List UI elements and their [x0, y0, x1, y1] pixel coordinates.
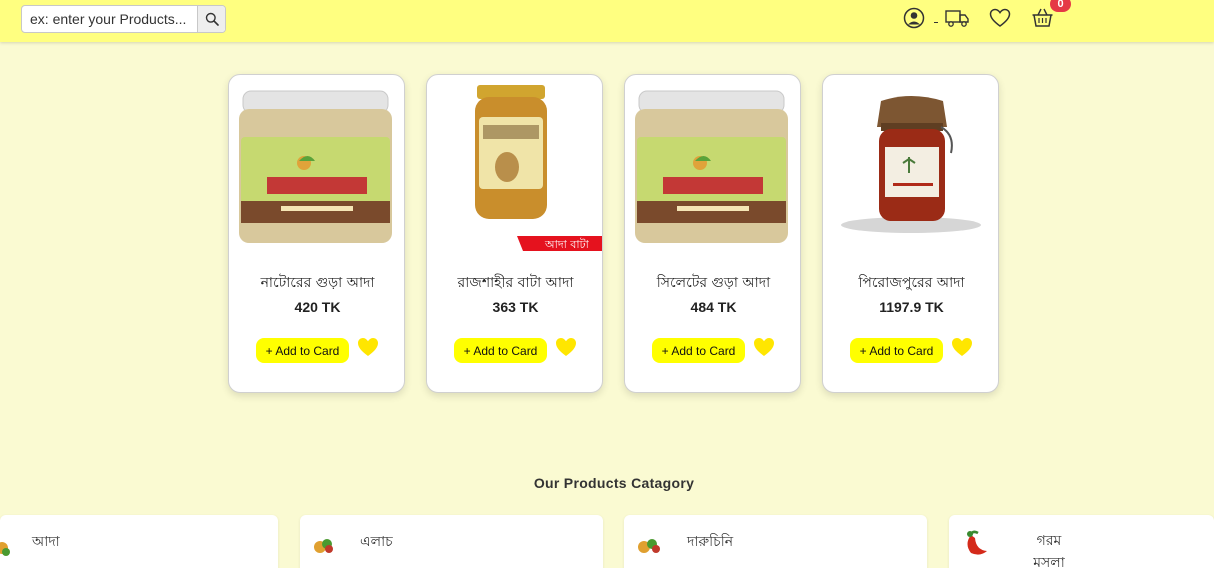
product-price: 420 TK: [294, 299, 341, 315]
wishlist-heart-icon[interactable]: [989, 7, 1011, 28]
product-image[interactable]: [823, 75, 998, 255]
product-image[interactable]: [625, 75, 800, 255]
product-card[interactable]: পিরোজপুরের আদা 1197.9 TK + Add to Card: [822, 74, 999, 393]
category-label: গরম মসলা: [1033, 533, 1065, 568]
category-label: এলাচ: [360, 534, 393, 550]
heart-icon[interactable]: [753, 336, 775, 358]
heart-icon[interactable]: [555, 336, 577, 358]
product-price: 1197.9 TK: [879, 299, 944, 315]
product-card[interactable]: আদা বাটা রাজশাহীর বাটা আদা 363 TK + Add …: [426, 74, 603, 393]
search-box: [21, 5, 226, 33]
cart-count-badge: 0: [1050, 0, 1071, 12]
product-image[interactable]: [229, 75, 404, 255]
product-image[interactable]: আদা বাটা: [427, 75, 602, 255]
add-to-card-button[interactable]: + Add to Card: [454, 338, 547, 363]
product-card[interactable]: সিলেটের গুড়া আদা 484 TK + Add to Card: [624, 74, 801, 393]
section-title: Our Products Catagory: [533, 475, 695, 491]
product-title[interactable]: পিরোজপুরের আদা: [823, 271, 998, 295]
category-card[interactable]: গরম মসলা: [949, 515, 1214, 568]
vegetables-icon: [0, 542, 10, 556]
search-button[interactable]: [197, 6, 225, 32]
vegetables-icon: [638, 539, 660, 553]
add-to-card-button[interactable]: + Add to Card: [256, 338, 349, 363]
product-card[interactable]: নাটোরের গুড়া আদা 420 TK + Add to Card: [228, 74, 405, 393]
category-label: দারুচিনি: [687, 534, 734, 550]
separator-dot: [934, 22, 938, 23]
product-price: 484 TK: [690, 299, 737, 315]
basket-icon[interactable]: [1031, 7, 1054, 29]
product-price: 363 TK: [492, 299, 539, 315]
add-to-card-button[interactable]: + Add to Card: [850, 338, 943, 363]
category-card[interactable]: আদা: [0, 515, 278, 568]
truck-icon[interactable]: [944, 8, 970, 28]
chili-pepper-icon: [967, 530, 987, 555]
product-title[interactable]: নাটোরের গুড়া আদা: [229, 271, 404, 295]
heart-icon[interactable]: [357, 336, 379, 358]
top-header: 0: [0, 0, 1214, 42]
heart-icon[interactable]: [951, 336, 973, 358]
add-to-card-button[interactable]: + Add to Card: [652, 338, 745, 363]
product-ribbon: আদা বাটা: [545, 238, 589, 251]
category-card[interactable]: এলাচ: [300, 515, 603, 568]
product-title[interactable]: রাজশাহীর বাটা আদা: [427, 271, 602, 295]
category-label: আদা: [32, 534, 60, 550]
category-card[interactable]: দারুচিনি: [624, 515, 927, 568]
search-icon: [205, 12, 219, 26]
vegetables-icon: [314, 539, 333, 553]
user-icon[interactable]: [903, 7, 925, 29]
search-input[interactable]: [22, 6, 197, 32]
product-title[interactable]: সিলেটের গুড়া আদা: [625, 271, 800, 295]
